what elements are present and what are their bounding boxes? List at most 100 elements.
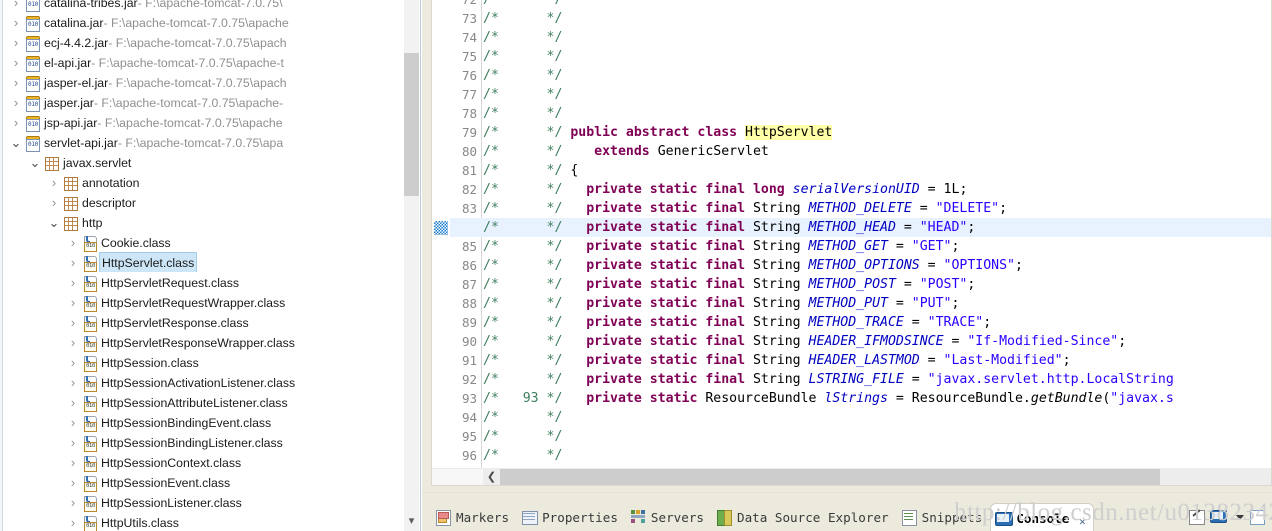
close-icon[interactable]: ✕ [1075, 515, 1089, 529]
chevron-right-icon[interactable]: › [65, 413, 81, 432]
chevron-right-icon[interactable]: › [65, 493, 81, 512]
tree-item-cookie-class[interactable]: › Cookie.class [65, 232, 405, 252]
tree-scrollbar-thumb[interactable] [404, 53, 419, 196]
chevron-right-icon[interactable]: › [8, 53, 24, 72]
horizontal-scrollbar-track[interactable] [1160, 469, 1271, 485]
code-line[interactable]: /* */ [483, 408, 570, 427]
chevron-right-icon[interactable]: › [46, 193, 62, 212]
chevron-right-icon[interactable]: › [65, 293, 81, 312]
scroll-left-arrow-icon[interactable]: ❮ [483, 469, 500, 485]
tree-item-httpservletresponsewrapper-class[interactable]: › HttpServletResponseWrapper.class [65, 332, 405, 352]
code-line[interactable]: /* */ private static final long serialVe… [483, 180, 967, 199]
chevron-right-icon[interactable]: › [8, 73, 24, 92]
source-code-text[interactable]: /* */ /* */ /* */ /* */ /* */ /* */ /* *… [483, 0, 1271, 468]
tree-item-descriptor[interactable]: › descriptor [46, 192, 405, 212]
tree-item-jasper-jar[interactable]: › jasper.jar - F:\apache-tomcat-7.0.75\ap… [8, 92, 405, 112]
code-line[interactable]: /* */ private static final String METHOD… [483, 256, 1023, 275]
chevron-right-icon[interactable]: › [8, 0, 24, 12]
chevron-down-icon[interactable]: ⌄ [27, 155, 43, 170]
horizontal-scrollbar-thumb[interactable] [500, 469, 1160, 485]
java-class-file-editor[interactable]: 7273747576777879808182838485868788899091… [431, 0, 1272, 486]
tree-item-httpsessionbindingevent-class[interactable]: › HttpSessionBindingEvent.class [65, 412, 405, 432]
annotation-ruler[interactable] [432, 0, 450, 468]
chevron-right-icon[interactable]: › [65, 353, 81, 372]
code-line[interactable]: /* */ private static final String HEADER… [483, 332, 1126, 351]
open-console-dropdown[interactable] [1231, 507, 1245, 527]
code-viewport[interactable]: 7273747576777879808182838485868788899091… [432, 0, 1271, 468]
tree-item-http[interactable]: ⌄ http [46, 212, 405, 232]
tab-snippets[interactable]: Snippets [897, 503, 991, 531]
tree-item-httpsession-class[interactable]: › HttpSession.class [65, 352, 405, 372]
code-line[interactable]: /* */ [483, 66, 570, 85]
tab-console[interactable]: Console ✕ [990, 503, 1095, 531]
tree-item-jsp-api-jar[interactable]: › jsp-api.jar - F:\apache-tomcat-7.0.75\a… [8, 112, 405, 132]
code-line[interactable]: /* */ public abstract class HttpServlet [483, 123, 833, 142]
tab-markers[interactable]: Markers [431, 503, 517, 531]
scroll-down-arrow-icon[interactable]: ▾ [404, 511, 419, 531]
tree-item-httputils-class[interactable]: › HttpUtils.class [65, 512, 405, 531]
code-line[interactable]: /* */ [483, 104, 570, 123]
tab-properties[interactable]: Properties [517, 503, 626, 531]
code-line[interactable]: /* */ extends GenericServlet [483, 142, 769, 161]
tree-item-javax-servlet[interactable]: ⌄ javax.servlet [27, 152, 405, 172]
tree-item-jasper-el-jar[interactable]: › jasper-el.jar - F:\apache-tomcat-7.0.75… [8, 72, 405, 92]
tree-item-httpservletrequestwrapper-class[interactable]: › HttpServletRequestWrapper.class [65, 292, 405, 312]
code-line[interactable]: /* */ [483, 446, 570, 465]
chevron-down-icon[interactable]: ⌄ [46, 215, 62, 230]
chevron-right-icon[interactable]: › [65, 333, 81, 352]
chevron-right-icon[interactable]: › [65, 433, 81, 452]
chevron-right-icon[interactable]: › [65, 453, 81, 472]
code-line[interactable]: /* */ private static final String LSTRIN… [483, 370, 1174, 389]
chevron-down-icon[interactable]: ⌄ [8, 135, 24, 150]
chevron-right-icon[interactable]: › [65, 393, 81, 412]
chevron-right-icon[interactable]: › [65, 473, 81, 492]
tree-item-catalina-tribes-jar[interactable]: › catalina-tribes.jar - F:\apache-tomcat-… [8, 0, 405, 12]
code-line[interactable]: /* */ [483, 0, 570, 9]
editor-horizontal-scrollbar[interactable]: ❮ [432, 468, 1271, 485]
tree-item-servlet-api-jar[interactable]: ⌄ servlet-api.jar - F:\apache-tomcat-7.0.… [8, 132, 405, 152]
code-line[interactable]: /* */ private static final String METHOD… [483, 218, 1271, 237]
chevron-right-icon[interactable]: › [65, 373, 81, 392]
chevron-right-icon[interactable]: › [8, 113, 24, 132]
code-line[interactable]: /* */ [483, 47, 570, 66]
code-line[interactable]: /* */ private static final String METHOD… [483, 237, 959, 256]
code-line[interactable]: /* */ { [483, 161, 578, 180]
chevron-right-icon[interactable]: › [46, 173, 62, 192]
code-line[interactable]: /* 93 */ private static ResourceBundle l… [483, 389, 1174, 408]
code-line[interactable]: /* */ private static final String METHOD… [483, 199, 1007, 218]
chevron-right-icon[interactable]: › [65, 253, 81, 272]
tree-item-httpservlet-class[interactable]: › HttpServlet.class [65, 252, 405, 272]
tree-item-httpsessionbindinglistener-class[interactable]: › HttpSessionBindingListener.class [65, 432, 405, 452]
tab-servers[interactable]: Servers [626, 503, 712, 531]
chevron-right-icon[interactable]: › [8, 93, 24, 112]
tree-item-ecj-4-4-2-jar[interactable]: › ecj-4.4.2.jar - F:\apache-tomcat-7.0.75… [8, 32, 405, 52]
view-menu-button[interactable] [1247, 507, 1267, 527]
tree-item-httpservletrequest-class[interactable]: › HttpServletRequest.class [65, 272, 405, 292]
chevron-right-icon[interactable]: › [65, 273, 81, 292]
tree-item-httpsessionevent-class[interactable]: › HttpSessionEvent.class [65, 472, 405, 492]
chevron-right-icon[interactable]: › [8, 13, 24, 32]
package-explorer-tree[interactable]: › catalina-tribes.jar - F:\apache-tomcat-… [0, 0, 421, 531]
code-line[interactable]: /* */ [483, 85, 570, 104]
pin-console-button[interactable] [1187, 507, 1207, 527]
code-line[interactable]: /* */ private static final String METHOD… [483, 294, 959, 313]
code-line[interactable]: /* */ [483, 28, 570, 47]
tree-item-el-api-jar[interactable]: › el-api.jar - F:\apache-tomcat-7.0.75\ap… [8, 52, 405, 72]
code-line[interactable]: /* */ [483, 427, 570, 446]
code-line[interactable]: /* */ private static final String METHOD… [483, 275, 975, 294]
code-line[interactable]: /* */ private static final String METHOD… [483, 313, 991, 332]
chevron-right-icon[interactable]: › [65, 233, 81, 252]
chevron-right-icon[interactable]: › [8, 33, 24, 52]
tree-item-httpsessionactivationlistener-class[interactable]: › HttpSessionActivationListener.class [65, 372, 405, 392]
chevron-right-icon[interactable]: › [65, 313, 81, 332]
chevron-right-icon[interactable]: › [65, 513, 81, 531]
code-line[interactable]: /* */ [483, 9, 570, 28]
tab-data-source-explorer[interactable]: Data Source Explorer [712, 503, 897, 531]
tree-item-httpservletresponse-class[interactable]: › HttpServletResponse.class [65, 312, 405, 332]
tree-vertical-scrollbar[interactable]: ▾ [404, 0, 419, 531]
code-line[interactable]: /* */ private static final String HEADER… [483, 351, 1071, 370]
tree-item-httpsessionattributelistener-class[interactable]: › HttpSessionAttributeListener.class [65, 392, 405, 412]
tree-item-annotation[interactable]: › annotation [46, 172, 405, 192]
tree-item-httpsessionlistener-class[interactable]: › HttpSessionListener.class [65, 492, 405, 512]
display-selected-console-button[interactable] [1209, 507, 1229, 527]
